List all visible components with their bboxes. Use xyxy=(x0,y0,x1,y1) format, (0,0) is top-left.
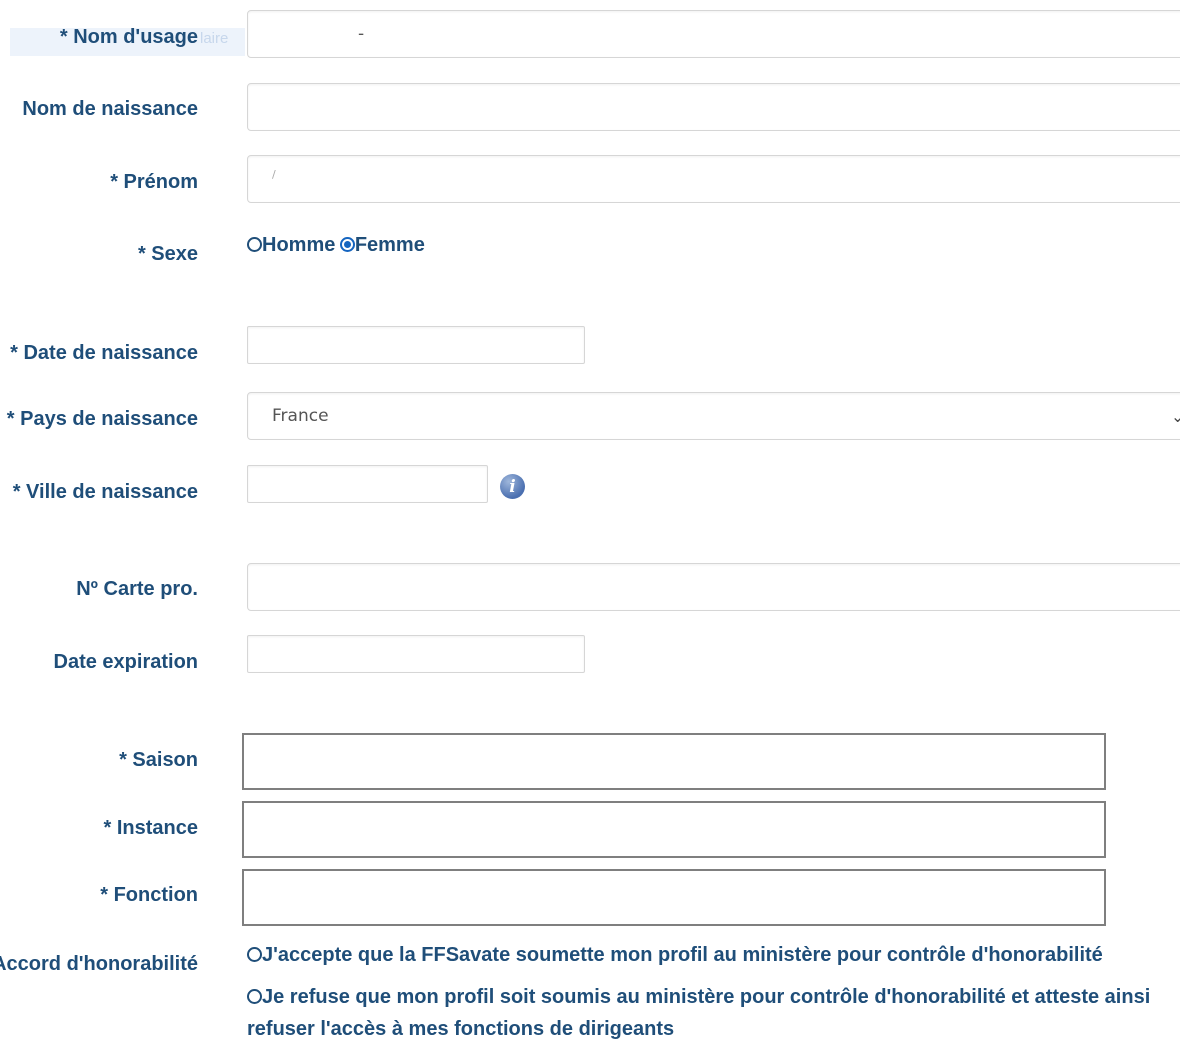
radio-accept-circle[interactable] xyxy=(247,947,262,962)
radio-accept-label[interactable]: J'accepte que la FFSavate soumette mon p… xyxy=(262,944,1103,966)
label-instance: * Instance xyxy=(103,817,198,839)
sexe-radio-group: Homme Femme xyxy=(247,234,425,257)
label-sexe: * Sexe xyxy=(137,243,198,265)
saison-input[interactable] xyxy=(242,733,1106,790)
ville-naissance-input[interactable] xyxy=(247,465,488,503)
radio-femme[interactable]: Femme xyxy=(339,234,425,256)
label-pays-naissance: * Pays de naissance xyxy=(6,408,198,430)
label-carte-pro: Nº Carte pro. xyxy=(76,578,198,600)
label-date-expiration: Date expiration xyxy=(53,651,198,673)
radio-accept-honorabilite[interactable]: J'accepte que la FFSavate soumette mon p… xyxy=(247,939,1177,971)
label-nom-usage: * Nom d'usage xyxy=(59,26,198,48)
radio-homme[interactable]: Homme xyxy=(247,234,335,256)
radio-refuse-honorabilite[interactable]: Je refuse que mon profil soit soumis au … xyxy=(247,981,1157,1045)
radio-femme-circle[interactable] xyxy=(339,237,355,252)
label-saison: * Saison xyxy=(119,749,198,771)
faded-text: laire xyxy=(200,30,229,47)
label-fonction: * Fonction xyxy=(100,884,198,906)
label-nom-naissance: Nom de naissance xyxy=(22,98,198,120)
nom-usage-value: - xyxy=(358,24,365,44)
prenom-input[interactable]: / xyxy=(247,155,1180,203)
radio-homme-circle[interactable] xyxy=(247,237,262,252)
radio-homme-label[interactable]: Homme xyxy=(262,234,335,256)
info-icon[interactable]: i xyxy=(500,474,525,499)
date-expiration-input[interactable] xyxy=(247,635,585,673)
pays-naissance-select[interactable]: France ⌄ xyxy=(247,392,1180,440)
chevron-down-icon[interactable]: ⌄ xyxy=(1171,407,1180,426)
label-date-naissance: * Date de naissance xyxy=(10,342,198,364)
radio-refuse-circle[interactable] xyxy=(247,989,262,1004)
carte-pro-input[interactable] xyxy=(247,563,1180,611)
radio-refuse-label[interactable]: Je refuse que mon profil soit soumis au … xyxy=(247,986,1150,1040)
label-prenom: * Prénom xyxy=(110,171,198,193)
fonction-input[interactable] xyxy=(242,869,1106,926)
nom-naissance-input[interactable] xyxy=(247,83,1180,131)
prenom-value: / xyxy=(272,167,276,181)
pays-naissance-value: France xyxy=(272,406,329,426)
label-honorabilite: Accord d'honorabilité xyxy=(0,953,198,975)
radio-femme-label[interactable]: Femme xyxy=(355,234,425,256)
instance-input[interactable] xyxy=(242,801,1106,858)
date-naissance-input[interactable] xyxy=(247,326,585,364)
nom-usage-input[interactable]: - xyxy=(247,10,1180,58)
label-ville-naissance: * Ville de naissance xyxy=(12,481,198,503)
